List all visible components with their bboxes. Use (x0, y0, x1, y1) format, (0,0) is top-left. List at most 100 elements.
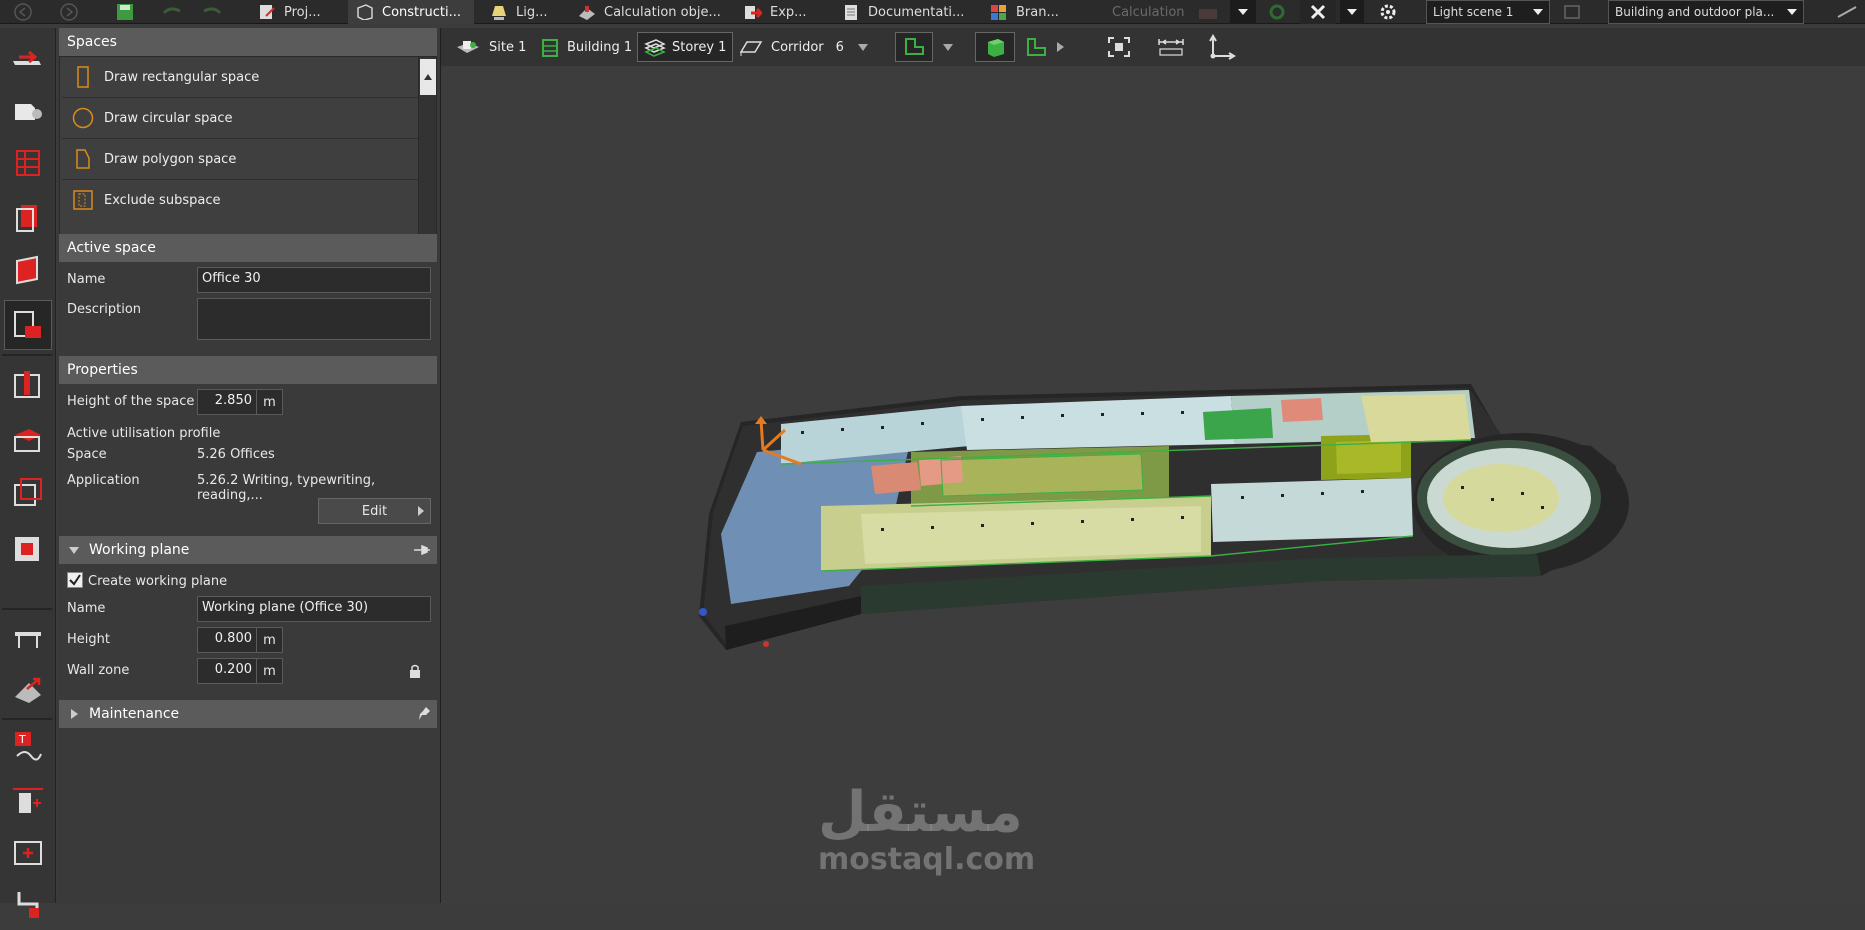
create-working-plane-checkbox[interactable] (67, 572, 83, 588)
view-select[interactable]: Building and outdoor pla... (1608, 0, 1804, 24)
refresh-icon (1269, 4, 1285, 20)
tab-light[interactable]: Lig... (486, 0, 566, 24)
draw-rectangular-space-item[interactable]: Draw rectangular space (62, 57, 418, 98)
floor-plan-view-button[interactable] (895, 32, 933, 62)
site-breadcrumb[interactable]: Site 1 (449, 32, 532, 62)
chevron-down-icon (943, 43, 953, 51)
storey-icon (16, 205, 37, 232)
forward-icon (60, 3, 78, 21)
calculate-dropdown[interactable] (1230, 0, 1256, 24)
floor-plan-view-dropdown[interactable] (937, 32, 959, 62)
edit-profile-button[interactable]: Edit (318, 498, 431, 524)
building-model[interactable] (441, 66, 1865, 903)
pin-icon[interactable] (417, 706, 431, 722)
description-input[interactable] (197, 298, 431, 340)
wall-zone-unit: m (257, 658, 283, 684)
cancel-button[interactable] (1300, 0, 1336, 24)
draw-circular-space-item[interactable]: Draw circular space (62, 98, 418, 139)
storey-icon (644, 39, 666, 57)
utilisation-profile-label: Active utilisation profile (67, 426, 221, 441)
tool-cube[interactable] (4, 468, 52, 518)
zoom-extents-icon (1108, 37, 1130, 57)
corridor-breadcrumb[interactable]: Corridor 6 (733, 32, 874, 62)
maintenance-header[interactable]: Maintenance (59, 700, 437, 728)
tool-table[interactable] (4, 612, 52, 662)
tool-pipe[interactable] (4, 880, 52, 930)
tool-wall[interactable] (4, 246, 52, 296)
l-shape-view-button[interactable] (1019, 32, 1070, 62)
building-breadcrumb[interactable]: Building 1 (533, 32, 638, 62)
tool-storey[interactable] (4, 192, 52, 242)
storey-breadcrumb[interactable]: Storey 1 (637, 32, 734, 62)
draw-polygon-space-item[interactable]: Draw polygon space (62, 139, 418, 180)
undo-button[interactable] (160, 0, 184, 24)
exclude-subspace-item[interactable]: Exclude subspace (62, 180, 418, 221)
construction-icon (357, 4, 373, 20)
working-plane-name-label: Name (67, 601, 106, 616)
zoom-extents-button[interactable] (1101, 32, 1137, 62)
3d-viewport[interactable] (441, 66, 1865, 903)
spaces-list-scrollbar[interactable] (418, 57, 436, 253)
pin-icon[interactable] (413, 544, 431, 556)
calculate-button[interactable] (1196, 0, 1226, 24)
forward-button[interactable] (58, 0, 80, 24)
watermark-latin: mostaql.com (818, 842, 1036, 877)
tool-ceiling[interactable] (4, 414, 52, 464)
lock-icon[interactable] (409, 664, 421, 678)
tool-window[interactable] (4, 828, 52, 878)
chevron-right-icon (418, 506, 424, 516)
chevron-down-icon (1533, 9, 1543, 15)
space-type-label: Space (67, 447, 107, 462)
save-button[interactable] (115, 0, 135, 24)
cancel-dropdown[interactable] (1340, 0, 1364, 24)
tool-import[interactable] (4, 32, 52, 82)
tab-brand[interactable]: Bran... (986, 0, 1086, 24)
axes-icon (1209, 34, 1236, 60)
room-icon (15, 104, 42, 120)
tools-sidebar: T (0, 28, 56, 918)
chevron-down-icon (1347, 9, 1357, 15)
chevron-right-icon (71, 709, 78, 719)
coordinate-axes-button[interactable] (1203, 32, 1243, 62)
tool-stairs[interactable] (4, 664, 52, 714)
working-plane-height-input[interactable]: 0.800 (197, 627, 257, 653)
name-label: Name (67, 272, 106, 287)
tool-door[interactable] (4, 776, 52, 826)
working-plane-header[interactable]: Working plane (59, 536, 437, 564)
tool-spaces[interactable] (4, 300, 52, 350)
window-icon (14, 841, 42, 865)
tab-construction[interactable]: Constructi... (348, 0, 474, 24)
light-scene-button[interactable] (1558, 0, 1586, 24)
measure-button[interactable] (1151, 32, 1191, 62)
tool-column[interactable] (4, 360, 52, 410)
tab-calculation-objects[interactable]: Calculation obje... (574, 0, 734, 24)
ruler-icon (1158, 39, 1184, 56)
scene-icon (1564, 5, 1580, 19)
working-plane-name-input[interactable]: Working plane (Office 30) (197, 596, 431, 622)
3d-view-button[interactable] (975, 32, 1015, 62)
space-height-input[interactable]: 2.850 (197, 389, 257, 415)
back-button[interactable] (12, 0, 34, 24)
light-scene-select[interactable]: Light scene 1 (1426, 0, 1550, 24)
tab-export[interactable]: Exp... (740, 0, 820, 24)
spaces-list: Draw rectangular space Draw circular spa… (59, 56, 437, 254)
wall-zone-input[interactable]: 0.200 (197, 658, 257, 684)
space-name-input[interactable]: Office 30 (197, 267, 431, 293)
documentation-icon (845, 5, 857, 20)
tool-object[interactable] (4, 522, 52, 572)
tool-text[interactable]: T (4, 722, 52, 772)
scroll-up-button[interactable] (420, 59, 436, 95)
refresh-button[interactable] (1266, 0, 1288, 24)
space-height-unit: m (257, 389, 283, 415)
tool-room[interactable] (4, 84, 52, 134)
tab-documentation[interactable]: Documentati... (838, 0, 978, 24)
tab-project[interactable]: Proj... (250, 0, 346, 24)
redo-button[interactable] (200, 0, 224, 24)
settings-button[interactable] (1378, 0, 1398, 24)
active-space-header: Active space (59, 234, 437, 262)
tool-floor[interactable] (4, 138, 52, 188)
light-icon (492, 6, 506, 20)
viewport-toolbar: Site 1 Building 1 Storey 1 Corridor 6 (441, 28, 1865, 66)
more-button[interactable] (1836, 0, 1860, 24)
checkmark-icon (69, 574, 81, 586)
